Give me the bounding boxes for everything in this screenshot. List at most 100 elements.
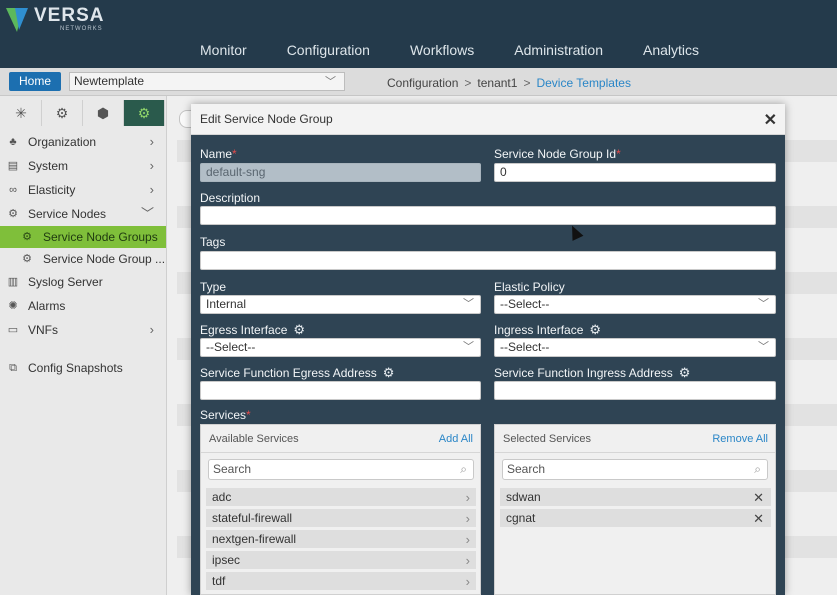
breadcrumb-separator: > bbox=[523, 76, 531, 90]
breadcrumb-configuration[interactable]: Configuration bbox=[387, 76, 458, 90]
chevron-right-icon: › bbox=[149, 182, 154, 197]
template-select[interactable]: Newtemplate ﹀ bbox=[69, 72, 345, 91]
dialog-title: Edit Service Node Group bbox=[200, 112, 333, 126]
type-select[interactable]: Internal ﹀ bbox=[200, 295, 481, 314]
required-marker: * bbox=[616, 147, 621, 161]
cube-icon[interactable]: ⬢ bbox=[83, 100, 124, 126]
brand-sub: NETWORKS bbox=[60, 26, 103, 32]
service-node-group-id-field[interactable]: 0 bbox=[494, 163, 776, 182]
system-icon: ▤ bbox=[7, 160, 19, 172]
available-services-search-input[interactable]: Search ⌕ bbox=[208, 459, 474, 480]
chevron-down-icon: ﹀ bbox=[325, 76, 336, 88]
sidebar-item-label: System bbox=[28, 159, 69, 173]
selected-services-search-input[interactable]: Search ⌕ bbox=[502, 459, 768, 480]
list-item[interactable]: stateful-firewall › bbox=[206, 509, 476, 528]
breadcrumb-device-templates[interactable]: Device Templates bbox=[536, 76, 631, 90]
chevron-right-icon: › bbox=[149, 134, 154, 149]
sidebar-item-organization[interactable]: ♣ Organization › bbox=[0, 130, 166, 154]
edit-service-node-group-dialog: Edit Service Node Group ✕ Name* default-… bbox=[191, 104, 785, 595]
sidebar-item-service-node-group-2[interactable]: ⚙ Service Node Group ... bbox=[0, 248, 166, 270]
elastic-policy-select[interactable]: --Select-- ﹀ bbox=[494, 295, 776, 314]
top-header: VERSA NETWORKS Monitor Configuration Wor… bbox=[0, 0, 837, 68]
search-placeholder: Search bbox=[213, 462, 252, 476]
ingress-interface-select[interactable]: --Select-- ﹀ bbox=[494, 338, 776, 357]
nav-administration[interactable]: Administration bbox=[494, 38, 623, 62]
nav-monitor[interactable]: Monitor bbox=[180, 38, 267, 62]
list-item[interactable]: ipsec › bbox=[206, 551, 476, 570]
available-services-title: Available Services bbox=[209, 433, 299, 445]
service-node-group-id-label: Service Node Group Id* bbox=[494, 147, 621, 161]
list-item[interactable]: adc › bbox=[206, 488, 476, 507]
selected-services-title: Selected Services bbox=[503, 433, 592, 445]
sf-ingress-address-label: Service Function Ingress Address ⚙ bbox=[494, 365, 690, 381]
template-select-value: Newtemplate bbox=[74, 74, 145, 88]
sidebar-tabs: ✳ ⚙ ⬢ ⚙ bbox=[0, 100, 166, 130]
required-marker: * bbox=[232, 147, 237, 161]
add-all-button[interactable]: Add All bbox=[439, 433, 473, 445]
breadcrumb-tenant[interactable]: tenant1 bbox=[477, 76, 517, 90]
name-label-text: Name bbox=[200, 147, 233, 161]
sf-ingress-address-field[interactable] bbox=[494, 381, 776, 400]
list-item[interactable]: tdf › bbox=[206, 572, 476, 591]
ingress-interface-label: Ingress Interface ⚙ bbox=[494, 322, 601, 338]
gear-icon[interactable]: ⚙ bbox=[679, 365, 691, 381]
top-nav: Monitor Configuration Workflows Administ… bbox=[180, 38, 719, 62]
egress-interface-label: Egress Interface ⚙ bbox=[200, 322, 305, 338]
gear-icon[interactable]: ⚙ bbox=[589, 322, 601, 338]
list-item[interactable]: cgnat ✕ bbox=[500, 509, 771, 528]
service-nodes-icon: ⚙ bbox=[8, 208, 18, 220]
gear-icon[interactable]: ⚙ bbox=[383, 365, 395, 381]
sidebar-item-config-snapshots[interactable]: ⧉ Config Snapshots bbox=[0, 356, 166, 380]
available-services-panel: Available Services Add All Search ⌕ adc ›… bbox=[200, 424, 481, 595]
description-field[interactable] bbox=[200, 206, 776, 225]
syslog-icon: ▥ bbox=[7, 276, 19, 288]
sidebar-item-elasticity[interactable]: ∞ Elasticity › bbox=[0, 178, 166, 202]
snapshot-icon: ⧉ bbox=[9, 362, 17, 374]
home-button[interactable]: Home bbox=[9, 72, 61, 91]
list-item-label: adc bbox=[212, 490, 232, 504]
list-item-label: ipsec bbox=[212, 553, 241, 567]
sf-egress-address-label: Service Function Egress Address ⚙ bbox=[200, 365, 394, 381]
breadcrumb: Configuration > tenant1 > Device Templat… bbox=[387, 76, 631, 90]
chevron-down-icon: ﹀ bbox=[463, 341, 474, 353]
tags-field[interactable] bbox=[200, 251, 776, 270]
nav-analytics[interactable]: Analytics bbox=[623, 38, 719, 62]
chevron-right-icon: › bbox=[149, 158, 154, 173]
name-field[interactable]: default-sng bbox=[200, 163, 481, 182]
versa-logo[interactable]: VERSA NETWORKS bbox=[6, 6, 104, 32]
list-item-label: cgnat bbox=[506, 511, 536, 525]
sidebar-item-vnfs[interactable]: ▭ VNFs › bbox=[0, 318, 166, 342]
close-icon[interactable]: ✕ bbox=[764, 110, 777, 130]
sidebar-item-label: Service Node Groups bbox=[43, 230, 158, 244]
nav-workflows[interactable]: Workflows bbox=[390, 38, 494, 62]
remove-all-button[interactable]: Remove All bbox=[712, 433, 768, 445]
egress-interface-value: --Select-- bbox=[206, 340, 256, 354]
list-item-label: nextgen-firewall bbox=[212, 532, 297, 546]
gear-icon[interactable]: ⚙ bbox=[293, 322, 305, 338]
sidebar-item-service-nodes[interactable]: ⚙ Service Nodes ﹀ bbox=[0, 202, 166, 226]
brand-name: VERSA bbox=[34, 5, 105, 26]
gear-icon[interactable]: ⚙ bbox=[42, 100, 83, 126]
sidebar-item-syslog-server[interactable]: ▥ Syslog Server bbox=[0, 270, 166, 294]
sidebar-item-label: VNFs bbox=[28, 323, 58, 337]
search-placeholder: Search bbox=[507, 462, 546, 476]
remove-icon[interactable]: ✕ bbox=[753, 509, 764, 528]
name-label: Name* bbox=[200, 147, 237, 161]
list-item[interactable]: nextgen-firewall › bbox=[206, 530, 476, 549]
sidebar-item-system[interactable]: ▤ System › bbox=[0, 154, 166, 178]
sub-bar: Home Newtemplate ﹀ Configuration > tenan… bbox=[0, 68, 837, 96]
tags-label: Tags bbox=[200, 235, 226, 249]
sf-egress-address-field[interactable] bbox=[200, 381, 481, 400]
egress-label-text: Egress Interface bbox=[200, 323, 288, 337]
sidebar-item-label: Service Node Group ... bbox=[43, 252, 166, 266]
list-item[interactable]: sdwan ✕ bbox=[500, 488, 771, 507]
sidebar-item-alarms[interactable]: ✺ Alarms bbox=[0, 294, 166, 318]
network-icon[interactable]: ✳ bbox=[1, 100, 42, 126]
egress-interface-select[interactable]: --Select-- ﹀ bbox=[200, 338, 481, 357]
services-icon[interactable]: ⚙ bbox=[124, 100, 165, 126]
sidebar-item-service-node-groups[interactable]: ⚙ Service Node Groups bbox=[0, 226, 166, 248]
remove-icon[interactable]: ✕ bbox=[753, 488, 764, 507]
search-icon: ⌕ bbox=[754, 462, 761, 476]
nav-configuration[interactable]: Configuration bbox=[267, 38, 390, 62]
chevron-right-icon: › bbox=[465, 532, 470, 547]
